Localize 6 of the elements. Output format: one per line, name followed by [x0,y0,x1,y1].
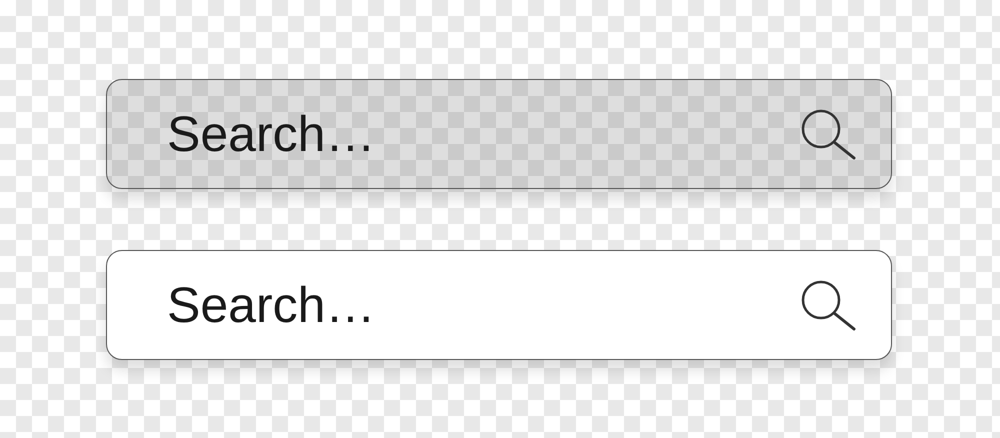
search-field[interactable]: Search… [167,276,799,334]
search-icon[interactable] [799,107,857,161]
search-bar[interactable]: Search… [106,79,892,189]
search-icon[interactable] [799,278,857,332]
search-field[interactable]: Search… [167,105,799,163]
search-bar[interactable]: Search… [106,250,892,360]
